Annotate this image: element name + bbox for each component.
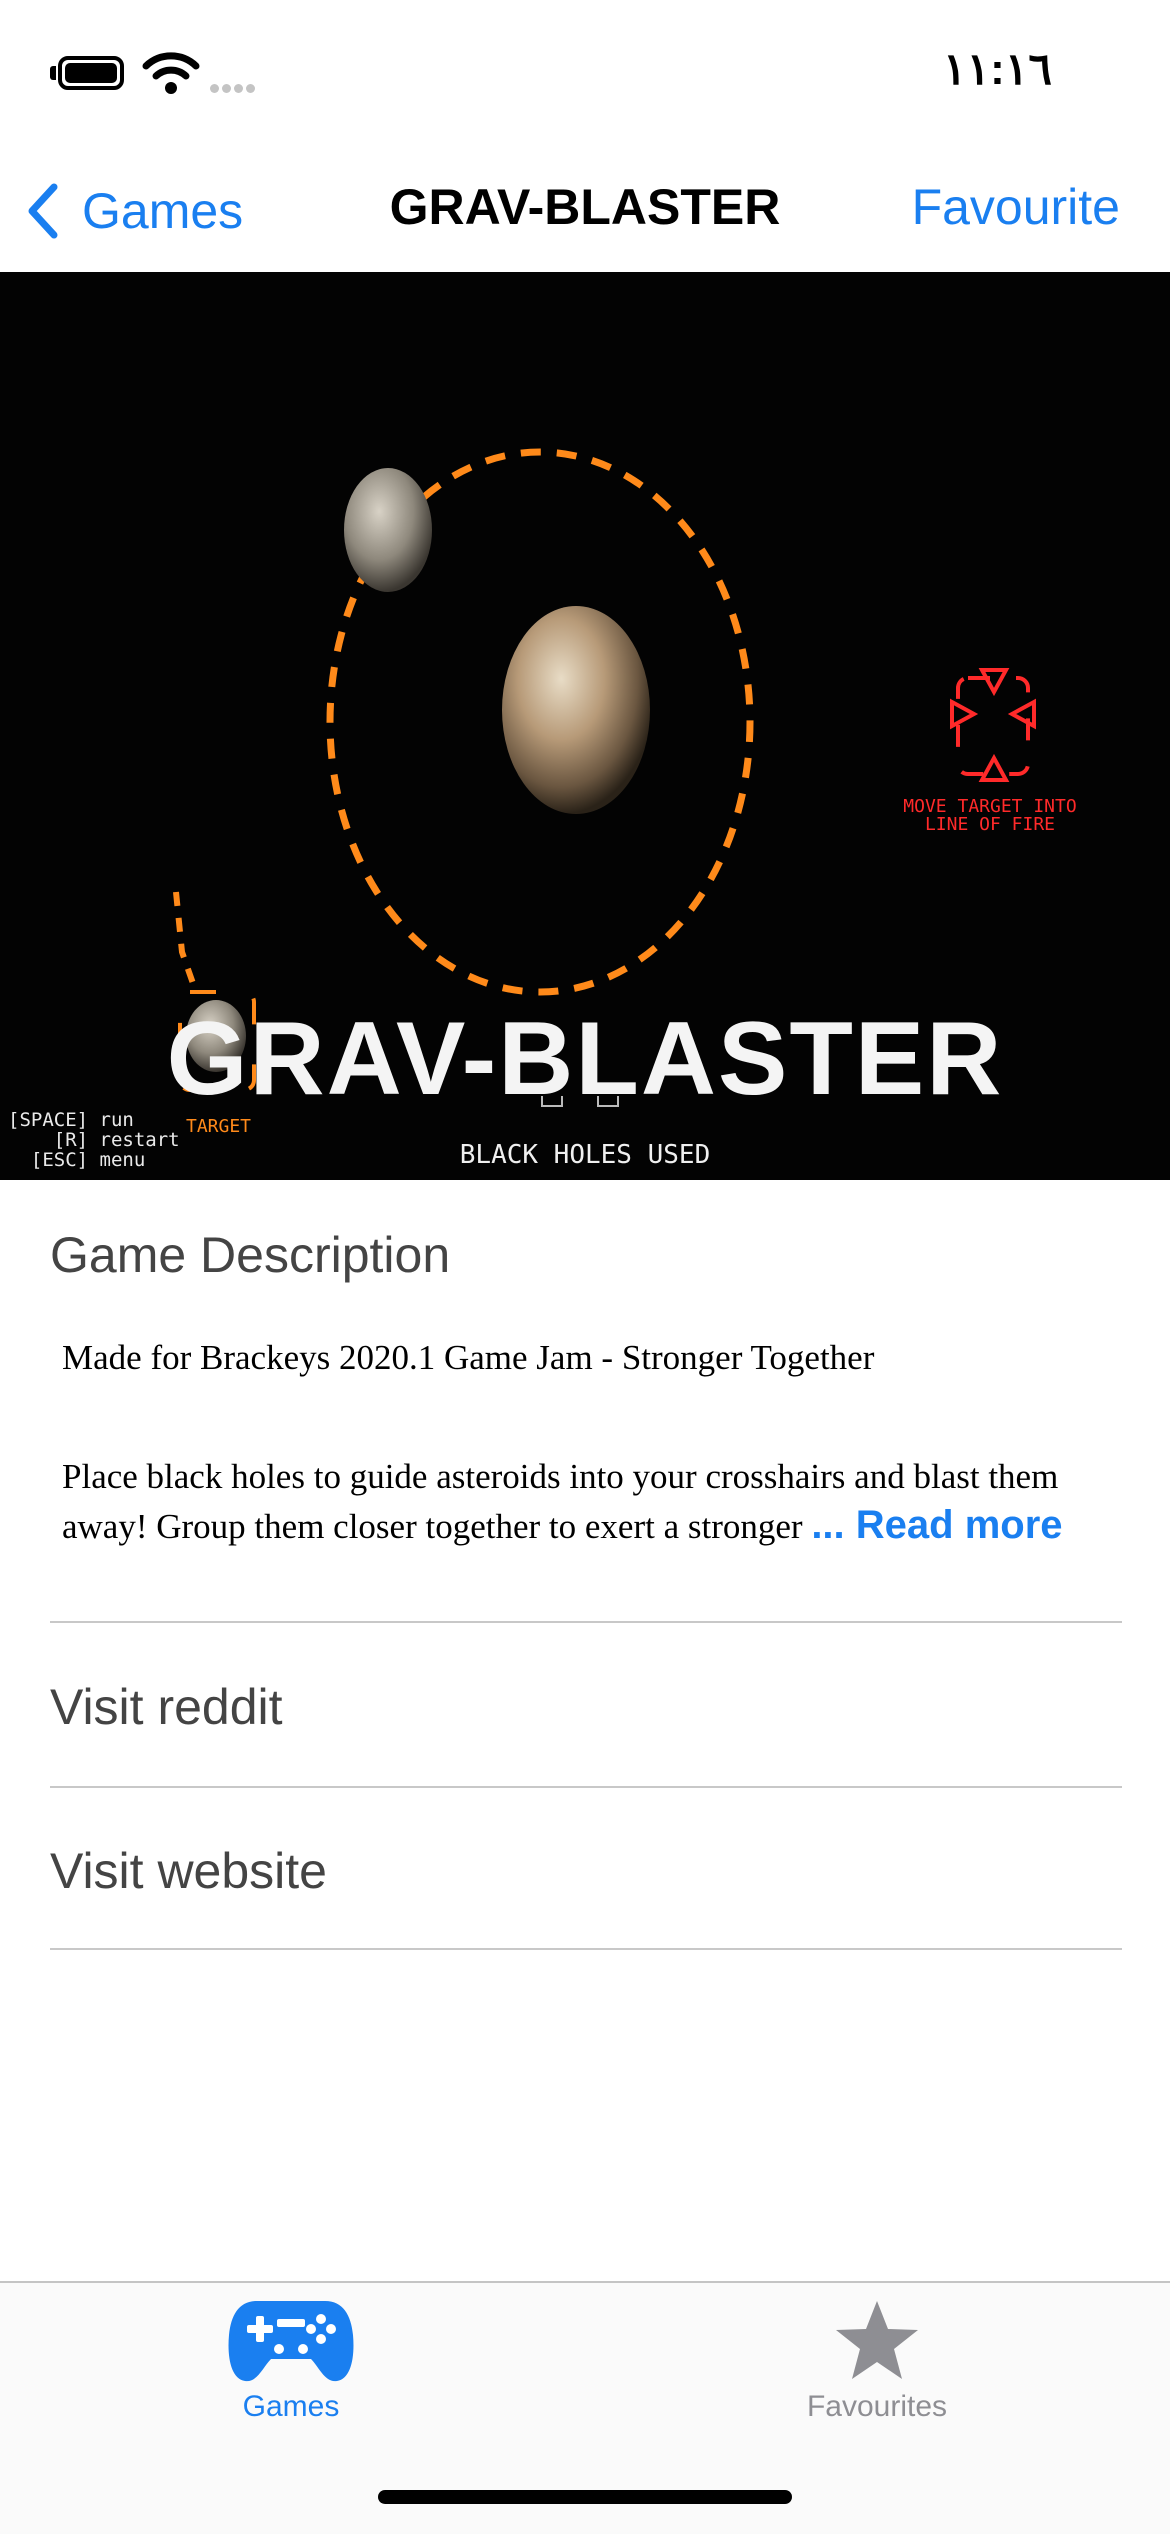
- battery-icon: [58, 56, 124, 90]
- wifi-icon: [142, 52, 200, 94]
- visit-website-link[interactable]: Visit website: [50, 1842, 327, 1900]
- description-heading: Game Description: [50, 1227, 451, 1283]
- tab-games[interactable]: Games: [141, 2297, 441, 2424]
- star-icon: [836, 2301, 918, 2379]
- game-hero-image: MOVE TARGET INTO LINE OF FIRE TARGET [SP…: [0, 272, 1170, 1180]
- navigation-bar: Games GRAV-BLASTER Favourite: [0, 150, 1170, 272]
- home-indicator: [378, 2490, 792, 2504]
- cellular-signal-icon: [210, 80, 258, 98]
- crosshair-icon: [950, 668, 1036, 782]
- status-time: ١١:١٦: [942, 45, 1052, 94]
- description-body: Place black holes to guide asteroids int…: [62, 1452, 1112, 1551]
- hero-target-label: TARGET: [186, 1116, 252, 1137]
- planet: [502, 606, 650, 814]
- tab-favourites[interactable]: Favourites: [727, 2297, 1027, 2424]
- hero-title: GRAV-BLASTER: [166, 1001, 1004, 1117]
- hero-target-message: MOVE TARGET INTO LINE OF FIRE: [903, 796, 1077, 835]
- visit-reddit-link[interactable]: Visit reddit: [50, 1678, 283, 1736]
- divider: [50, 1621, 1122, 1623]
- description-line1: Made for Brackeys 2020.1 Game Jam - Stro…: [62, 1338, 875, 1377]
- divider: [50, 1948, 1122, 1950]
- tab-favourites-label: Favourites: [806, 2390, 948, 2423]
- gamecontroller-icon: [228, 2301, 354, 2382]
- divider: [50, 1786, 1122, 1788]
- moon: [344, 468, 432, 592]
- asteroid-trail: [173, 891, 199, 993]
- favourite-button[interactable]: Favourite: [912, 178, 1120, 236]
- read-more-link[interactable]: ... Read more: [811, 1503, 1062, 1547]
- status-bar: ١١:١٦: [0, 0, 1170, 150]
- tab-games-label: Games: [242, 2390, 340, 2423]
- hero-black-holes-label: BLACK HOLES USED: [459, 1140, 711, 1170]
- battery-cap: [50, 66, 56, 80]
